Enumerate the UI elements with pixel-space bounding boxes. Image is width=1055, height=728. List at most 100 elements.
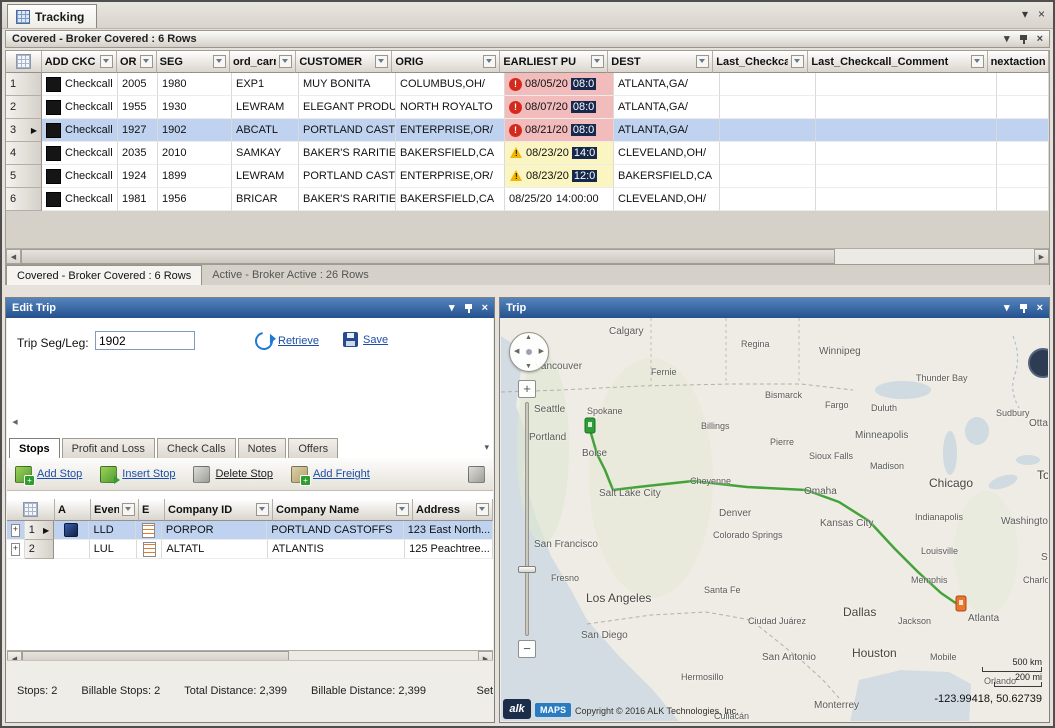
column-header-customer[interactable]: CUSTOMER [296,51,392,73]
checkcall-button[interactable]: Checkcall [65,124,113,136]
filter-icon[interactable] [213,55,226,68]
select-all-header[interactable] [6,51,42,73]
tab-covered-board[interactable]: Covered - Broker Covered : 6 Rows [6,265,202,285]
form-scroll-left-button[interactable]: ◀ [9,416,21,428]
column-header-last-checkcall-comment[interactable]: Last_Checkcall_Comment [808,51,987,73]
filter-icon[interactable] [483,55,496,68]
zoom-slider-handle[interactable] [518,566,536,573]
retrieve-button[interactable]: Retrieve [255,332,319,350]
filter-icon[interactable] [591,55,604,68]
checkcall-button[interactable]: Checkcall [65,147,113,159]
column-header-earliest-pu[interactable]: EARLIEST PU [500,51,608,73]
column-header-a[interactable]: A [55,499,91,521]
column-header-add-ckc[interactable]: ADD CKC [42,51,117,73]
tab-offers[interactable]: Offers [288,438,338,458]
checkcall-button[interactable]: Checkcall [65,193,113,205]
column-header-seg[interactable]: SEG [157,51,230,73]
checkcall-button[interactable]: Checkcall [65,78,113,90]
expand-icon[interactable] [11,524,20,537]
insert-stop-button[interactable]: Insert Stop [100,466,175,483]
table-row[interactable]: 1 Checkcall 2005 1980 EXP1 MUY BONITA CO… [6,73,1049,96]
filter-icon[interactable] [971,55,984,68]
select-all-header[interactable] [7,499,55,521]
tab-stops[interactable]: Stops [9,438,60,459]
filter-icon[interactable] [476,503,489,516]
zoom-in-button[interactable]: + [518,380,536,398]
column-header-company-name[interactable]: Company Name [273,499,413,521]
column-header-nextaction[interactable]: nextaction [988,51,1049,73]
stop-row-selected[interactable]: 1▶ LLD PORPOR PORTLAND CASTOFFS 123 East… [7,521,493,540]
column-header-ord-carrier[interactable]: ord_carrie [230,51,296,73]
tab-profit-and-loss[interactable]: Profit and Loss [62,438,155,458]
filter-icon[interactable] [100,55,113,68]
zoom-out-button[interactable]: − [518,640,536,658]
checkcall-button[interactable]: Checkcall [65,101,113,113]
tab-active-board[interactable]: Active - Broker Active : 26 Rows [202,265,379,285]
table-row[interactable]: 5 Checkcall 1924 1899 LEWRAM PORTLAND CA… [6,165,1049,188]
table-row[interactable]: 2 Checkcall 1955 1930 LEWRAM ELEGANT PRO… [6,96,1049,119]
trip-close-button[interactable]: × [1037,301,1043,315]
table-row-selected[interactable]: 3▶ Checkcall 1927 1902 ABCATL PORTLAND C… [6,119,1049,142]
table-row[interactable]: 4 Checkcall 2035 2010 SAMKAY BAKER'S RAR… [6,142,1049,165]
scroll-track[interactable] [835,249,1034,264]
scroll-right-button[interactable]: ▶ [1034,249,1049,264]
tab-list-dropdown[interactable]: ▾ [484,442,489,453]
column-header-e[interactable]: E [139,499,165,521]
pan-center-icon[interactable] [526,349,532,355]
edit-trip-menu-button[interactable]: ▾ [449,301,455,315]
cell-carrier: BRICAR [232,188,299,211]
pan-left-icon[interactable]: ◀ [514,347,519,355]
filter-icon[interactable] [375,55,388,68]
covered-grid-hscrollbar[interactable]: ◀ ▶ [6,248,1049,264]
map-city-label: Sioux Falls [809,451,853,461]
column-header-event[interactable]: Even [91,499,139,521]
edit-trip-close-button[interactable]: × [482,301,488,315]
window-menu-button[interactable]: ▾ [1022,7,1028,21]
row-number-cell: 1▶ [25,521,54,540]
delete-stop-button[interactable]: Delete Stop [193,466,272,483]
map-city-label: Washington [1001,516,1048,527]
scroll-left-button[interactable]: ◀ [6,249,21,264]
filter-icon[interactable] [396,503,409,516]
route-map[interactable]: Calgary Regina Winnipeg Vancouver Fernie… [501,318,1048,721]
pan-right-icon[interactable]: ▶ [539,347,544,355]
filter-icon[interactable] [256,503,269,516]
filter-icon[interactable] [122,503,135,516]
tab-notes[interactable]: Notes [238,438,287,458]
column-header-orig[interactable]: ORIG [392,51,500,73]
covered-pin-icon[interactable] [1019,34,1028,45]
freight-tool-button[interactable] [468,466,485,483]
table-row[interactable]: 6 Checkcall 1981 1956 BRICAR BAKER'S RAR… [6,188,1049,211]
trip-menu-button[interactable]: ▾ [1004,301,1010,315]
checkcall-button[interactable]: Checkcall [65,170,113,182]
covered-menu-button[interactable]: ▾ [1004,32,1010,46]
filter-icon[interactable] [140,55,153,68]
cell-last-checkcall-comment [816,119,997,142]
filter-icon[interactable] [791,55,804,68]
zoom-slider-track[interactable] [525,402,529,636]
column-header-company-id[interactable]: Company ID [165,499,273,521]
pan-down-icon[interactable]: ▼ [525,363,532,370]
expand-icon[interactable] [11,543,20,556]
pan-up-icon[interactable]: ▲ [525,334,532,341]
stop-row[interactable]: 2 LUL ALTATL ATLANTIS 125 Peachtree... [7,540,493,559]
column-header-ord[interactable]: ORD [117,51,157,73]
filter-icon[interactable] [696,55,709,68]
tab-check-calls[interactable]: Check Calls [157,438,236,458]
trip-pin-icon[interactable] [1019,303,1028,314]
filter-icon[interactable] [279,55,292,68]
add-stop-button[interactable]: Add Stop [15,466,82,483]
column-header-last-checkcall[interactable]: Last_Checkcall [713,51,808,73]
edit-trip-pin-icon[interactable] [464,303,473,314]
edit-trip-panel: Edit Trip ▾ × Trip Seg/Leg: Retrieve Sav… [5,297,495,723]
save-button[interactable]: Save [343,332,388,347]
add-freight-button[interactable]: Add Freight [291,466,370,483]
tab-tracking[interactable]: Tracking [7,4,97,28]
covered-close-button[interactable]: × [1037,32,1043,46]
window-close-button[interactable]: × [1038,7,1045,21]
map-pan-control[interactable]: ▲ ▼ ◀ ▶ [509,332,549,372]
trip-seg-input[interactable] [95,331,195,350]
column-header-address[interactable]: Address [413,499,493,521]
scroll-thumb[interactable] [21,249,835,264]
column-header-dest[interactable]: DEST [608,51,713,73]
